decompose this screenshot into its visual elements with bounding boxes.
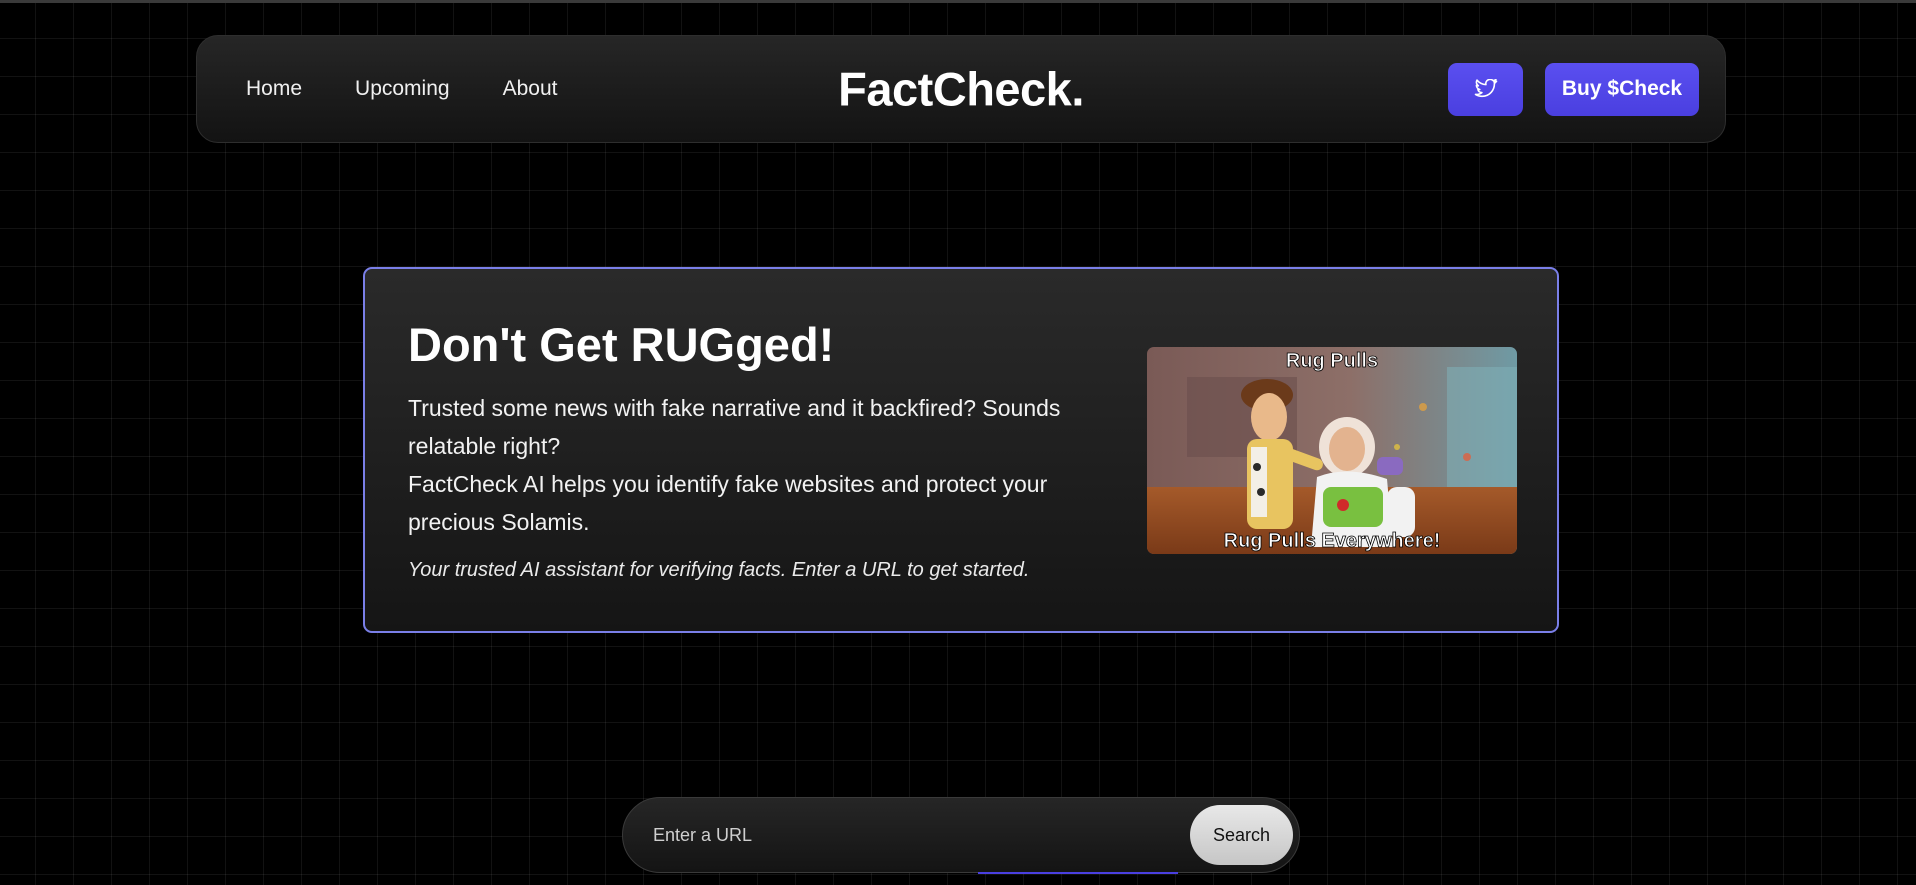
toy-story-meme: Rug Pulls Rug Pulls Everywhere! bbox=[1147, 347, 1517, 554]
search-button[interactable]: Search bbox=[1190, 805, 1293, 865]
url-input[interactable] bbox=[653, 798, 1153, 872]
hero-tagline: Your trusted AI assistant for verifying … bbox=[408, 559, 1030, 581]
nav-link-home[interactable]: Home bbox=[246, 77, 302, 101]
meme-bottom-text: Rug Pulls Everywhere! bbox=[1224, 530, 1441, 552]
nav-link-about[interactable]: About bbox=[503, 77, 558, 101]
hero-description-line-2: FactCheck AI helps you identify fake web… bbox=[408, 471, 1048, 535]
nav-links: Home Upcoming About bbox=[246, 36, 610, 142]
buy-check-button[interactable]: Buy $Check bbox=[1545, 62, 1699, 116]
navbar: Home Upcoming About FactCheck. Buy $Chec… bbox=[196, 35, 1726, 143]
twitter-icon bbox=[1474, 79, 1497, 98]
nav-link-upcoming[interactable]: Upcoming bbox=[355, 77, 450, 101]
hero-description: Trusted some news with fake narrative an… bbox=[408, 389, 1108, 541]
url-search-bar: Search bbox=[622, 797, 1300, 873]
hero-card: Don't Get RUGged! Trusted some news with… bbox=[363, 267, 1559, 633]
nav-actions: Buy $Check bbox=[1448, 36, 1699, 142]
brand-logo[interactable]: FactCheck. bbox=[838, 62, 1084, 117]
hero-title: Don't Get RUGged! bbox=[408, 318, 835, 371]
meme-top-text: Rug Pulls bbox=[1286, 350, 1378, 372]
meme-image: Rug Pulls Rug Pulls Everywhere! bbox=[1147, 347, 1517, 554]
twitter-button[interactable] bbox=[1448, 62, 1523, 116]
search-underline-accent bbox=[978, 872, 1178, 874]
hero-description-line-1: Trusted some news with fake narrative an… bbox=[408, 395, 1061, 459]
